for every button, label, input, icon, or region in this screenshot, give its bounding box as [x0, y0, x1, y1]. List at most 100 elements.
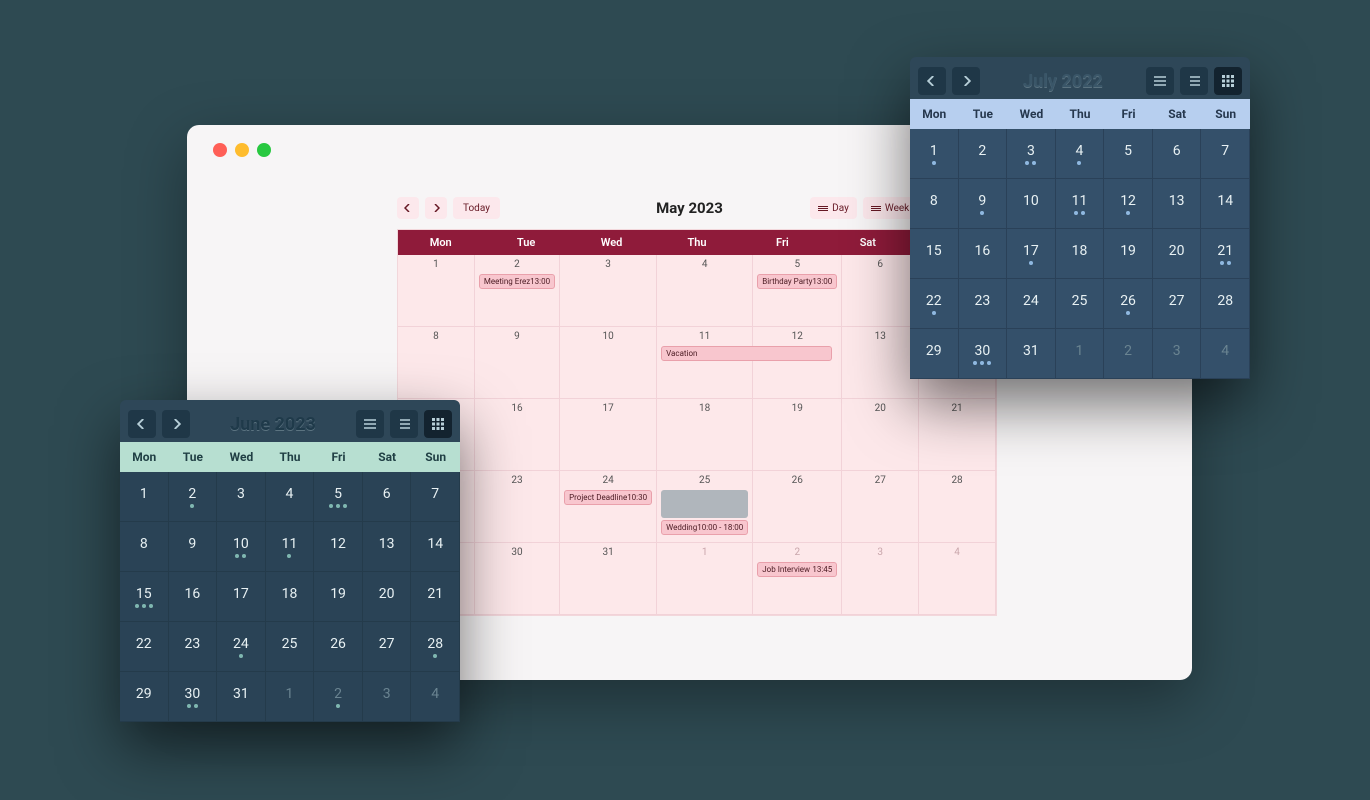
mini-day-cell[interactable]: 11 — [1056, 179, 1105, 229]
mini-day-cell[interactable]: 4 — [411, 672, 460, 722]
mini-day-cell[interactable]: 23 — [169, 622, 218, 672]
mini-day-cell[interactable]: 27 — [1153, 279, 1202, 329]
day-cell[interactable]: 3 — [560, 255, 657, 327]
day-cell[interactable]: 2Job Interview13:45 — [753, 543, 842, 615]
mini-day-cell[interactable]: 30 — [959, 329, 1008, 379]
today-button[interactable]: Today — [453, 197, 500, 219]
mini-day-cell[interactable]: 7 — [411, 472, 460, 522]
day-cell[interactable]: 9 — [475, 327, 560, 399]
mini-day-cell[interactable]: 17 — [217, 572, 266, 622]
day-cell[interactable]: 30 — [475, 543, 560, 615]
mini-prev-button[interactable] — [918, 67, 946, 95]
day-cell[interactable]: 24Project Deadline10:30 — [560, 471, 657, 543]
day-cell[interactable]: 13 — [842, 327, 919, 399]
calendar-event[interactable] — [661, 490, 748, 518]
mini-day-cell[interactable]: 14 — [1201, 179, 1250, 229]
mini-day-cell[interactable]: 16 — [169, 572, 218, 622]
day-cell[interactable]: 1 — [657, 543, 753, 615]
mini-day-cell[interactable]: 10 — [217, 522, 266, 572]
mini-day-cell[interactable]: 1 — [120, 472, 169, 522]
mini-day-cell[interactable]: 2 — [1104, 329, 1153, 379]
mini-day-cell[interactable]: 29 — [910, 329, 959, 379]
mini-day-cell[interactable]: 22 — [120, 622, 169, 672]
next-month-button[interactable] — [425, 197, 447, 219]
calendar-event[interactable]: Vacation — [661, 346, 832, 361]
mini-day-cell[interactable]: 2 — [959, 129, 1008, 179]
mini-day-cell[interactable]: 7 — [1201, 129, 1250, 179]
mini-day-cell[interactable]: 2 — [169, 472, 218, 522]
day-cell[interactable]: 26 — [753, 471, 842, 543]
mini-day-cell[interactable]: 8 — [910, 179, 959, 229]
mini-day-cell[interactable]: 19 — [1104, 229, 1153, 279]
calendar-event[interactable]: Job Interview13:45 — [757, 562, 837, 577]
day-cell[interactable]: 16 — [475, 399, 560, 471]
day-cell[interactable]: 28 — [919, 471, 996, 543]
view-day-button[interactable]: Day — [810, 197, 857, 219]
mini-day-cell[interactable]: 15 — [120, 572, 169, 622]
mini-day-cell[interactable]: 11 — [266, 522, 315, 572]
day-cell[interactable]: 18 — [657, 399, 753, 471]
mini-day-cell[interactable]: 26 — [1104, 279, 1153, 329]
mini-day-cell[interactable]: 21 — [1201, 229, 1250, 279]
mini-view-agenda-button[interactable] — [390, 410, 418, 438]
mini-day-cell[interactable]: 12 — [314, 522, 363, 572]
mini-day-cell[interactable]: 9 — [169, 522, 218, 572]
mini-day-cell[interactable]: 12 — [1104, 179, 1153, 229]
day-cell[interactable]: 21 — [919, 399, 996, 471]
calendar-event[interactable]: Birthday Party13:00 — [757, 274, 837, 289]
mini-day-cell[interactable]: 5 — [314, 472, 363, 522]
mini-view-grid-button[interactable] — [424, 410, 452, 438]
calendar-event[interactable]: Wedding10:00 - 18:00 — [661, 520, 748, 535]
day-cell[interactable]: 23 — [475, 471, 560, 543]
mini-prev-button[interactable] — [128, 410, 156, 438]
mini-day-cell[interactable]: 27 — [363, 622, 412, 672]
day-cell[interactable]: 3 — [842, 543, 919, 615]
day-cell[interactable]: 1 — [398, 255, 475, 327]
mini-view-grid-button[interactable] — [1214, 67, 1242, 95]
mini-day-cell[interactable]: 13 — [363, 522, 412, 572]
day-cell[interactable]: 20 — [842, 399, 919, 471]
mini-day-cell[interactable]: 13 — [1153, 179, 1202, 229]
window-maximize-icon[interactable] — [257, 143, 271, 157]
mini-day-cell[interactable]: 19 — [314, 572, 363, 622]
mini-day-cell[interactable]: 4 — [1056, 129, 1105, 179]
day-cell[interactable]: 2Meeting Erez13:00 — [475, 255, 560, 327]
mini-day-cell[interactable]: 1 — [1056, 329, 1105, 379]
mini-day-cell[interactable]: 20 — [363, 572, 412, 622]
mini-day-cell[interactable]: 4 — [1201, 329, 1250, 379]
mini-day-cell[interactable]: 31 — [1007, 329, 1056, 379]
mini-day-cell[interactable]: 18 — [266, 572, 315, 622]
mini-day-cell[interactable]: 25 — [266, 622, 315, 672]
mini-day-cell[interactable]: 1 — [266, 672, 315, 722]
mini-day-cell[interactable]: 25 — [1056, 279, 1105, 329]
mini-day-cell[interactable]: 6 — [1153, 129, 1202, 179]
day-cell[interactable]: 25Wedding10:00 - 18:00 — [657, 471, 753, 543]
mini-day-cell[interactable]: 22 — [910, 279, 959, 329]
mini-day-cell[interactable]: 24 — [1007, 279, 1056, 329]
day-cell[interactable]: 11Vacation — [657, 327, 753, 399]
mini-day-cell[interactable]: 23 — [959, 279, 1008, 329]
mini-view-list-button[interactable] — [1146, 67, 1174, 95]
mini-day-cell[interactable]: 26 — [314, 622, 363, 672]
mini-day-cell[interactable]: 24 — [217, 622, 266, 672]
window-close-icon[interactable] — [213, 143, 227, 157]
mini-day-cell[interactable]: 8 — [120, 522, 169, 572]
window-minimize-icon[interactable] — [235, 143, 249, 157]
mini-day-cell[interactable]: 14 — [411, 522, 460, 572]
mini-day-cell[interactable]: 31 — [217, 672, 266, 722]
day-cell[interactable]: 12 — [753, 327, 842, 399]
mini-view-list-button[interactable] — [356, 410, 384, 438]
calendar-event[interactable]: Project Deadline10:30 — [564, 490, 652, 505]
day-cell[interactable]: 17 — [560, 399, 657, 471]
calendar-event[interactable]: Meeting Erez13:00 — [479, 274, 555, 289]
mini-day-cell[interactable]: 28 — [1201, 279, 1250, 329]
mini-day-cell[interactable]: 3 — [217, 472, 266, 522]
mini-day-cell[interactable]: 3 — [363, 672, 412, 722]
mini-day-cell[interactable]: 10 — [1007, 179, 1056, 229]
mini-day-cell[interactable]: 15 — [910, 229, 959, 279]
mini-day-cell[interactable]: 3 — [1007, 129, 1056, 179]
mini-day-cell[interactable]: 4 — [266, 472, 315, 522]
mini-day-cell[interactable]: 17 — [1007, 229, 1056, 279]
mini-day-cell[interactable]: 21 — [411, 572, 460, 622]
day-cell[interactable]: 5Birthday Party13:00 — [753, 255, 842, 327]
